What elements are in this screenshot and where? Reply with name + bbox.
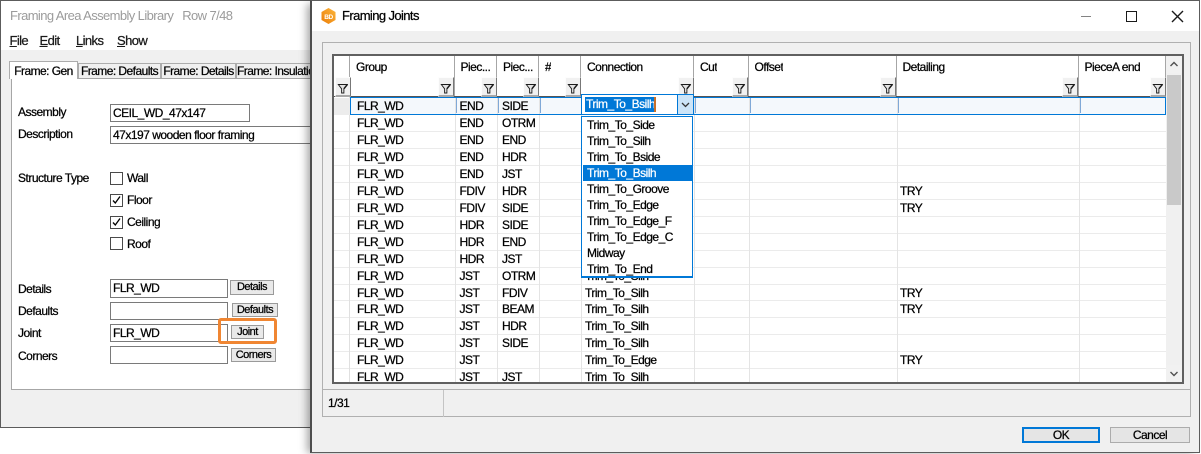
svg-text:BD: BD — [324, 14, 333, 21]
